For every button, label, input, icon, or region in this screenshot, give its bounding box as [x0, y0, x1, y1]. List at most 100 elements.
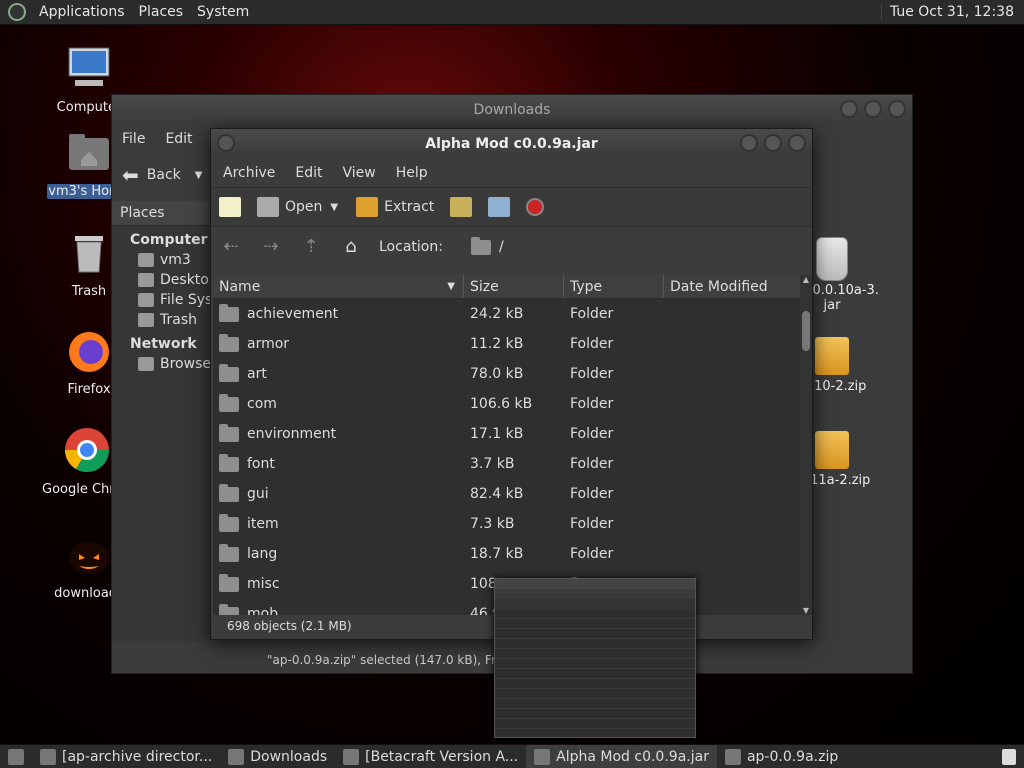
extract-button[interactable]: Extract	[348, 197, 442, 217]
location-bar: ⇠ ⇢ ⇡ ⌂ Location: /	[211, 227, 812, 267]
row-name: art	[247, 366, 267, 382]
chrome-icon	[40, 748, 56, 765]
file-list-rows: achievement 24.2 kB Folder armor 11.2 kB Fold…	[213, 299, 800, 615]
new-archive-button[interactable]	[211, 197, 249, 217]
scroll-thumb[interactable]	[802, 311, 810, 351]
sidebar-item-vm3[interactable]: vm3	[112, 250, 212, 270]
taskbar-item[interactable]: ap-0.0.9a.zip	[717, 745, 846, 768]
add-files-button[interactable]	[442, 197, 480, 217]
maximize-icon[interactable]	[764, 134, 782, 152]
close-icon[interactable]	[888, 100, 906, 118]
row-name: com	[247, 396, 277, 412]
vertical-scrollbar[interactable]: ▲ ▼	[800, 275, 812, 615]
sidebar-section-network: Network	[130, 336, 197, 352]
preview-row	[495, 729, 695, 737]
window-menu-icon[interactable]	[217, 134, 235, 152]
taskbar-item[interactable]: [ap-archive director...	[32, 745, 220, 768]
cell-name: misc	[213, 573, 464, 592]
archive-window[interactable]: Alpha Mod c0.0.9a.jar Archive Edit View …	[210, 128, 813, 640]
folder-icon	[219, 303, 239, 322]
preview-row	[495, 699, 695, 709]
chevron-down-icon[interactable]: ▼	[195, 170, 203, 181]
row-name: misc	[247, 576, 280, 592]
table-row[interactable]: achievement 24.2 kB Folder	[213, 299, 800, 329]
add-folder-icon	[488, 197, 511, 217]
column-header-size[interactable]: Size	[464, 275, 564, 298]
folder-icon	[219, 513, 239, 532]
menu-help[interactable]: Help	[386, 165, 438, 181]
downloads-titlebar[interactable]: Downloads	[112, 95, 912, 125]
column-header-date[interactable]: Date Modified	[664, 275, 800, 298]
add-folder-button[interactable]	[480, 197, 518, 217]
open-dropdown-chevron-icon[interactable]: ▼	[330, 202, 338, 213]
places-header[interactable]: Places	[112, 201, 212, 226]
distro-logo-icon[interactable]	[8, 3, 26, 21]
back-arrow-icon: ⬅	[122, 163, 139, 187]
archive-icon	[724, 748, 741, 765]
minimize-icon[interactable]	[740, 134, 758, 152]
window-title: Alpha Mod c0.0.9a.jar	[425, 136, 598, 152]
menu-archive[interactable]: Archive	[213, 165, 285, 181]
workspace-switcher[interactable]	[994, 745, 1024, 768]
preview-row	[495, 619, 695, 629]
table-row[interactable]: com 106.6 kB Folder	[213, 389, 800, 419]
table-row[interactable]: lang 18.7 kB Folder	[213, 539, 800, 569]
show-desktop-button[interactable]	[0, 745, 32, 768]
cell-size: 7.3 kB	[470, 516, 515, 532]
table-row[interactable]: gui 82.4 kB Folder	[213, 479, 800, 509]
maximize-icon[interactable]	[864, 100, 882, 118]
scroll-up-icon[interactable]: ▲	[800, 275, 812, 284]
table-row[interactable]: font 3.7 kB Folder	[213, 449, 800, 479]
close-icon[interactable]	[788, 134, 806, 152]
table-row[interactable]: environment 17.1 kB Folder	[213, 419, 800, 449]
menu-edit[interactable]: Edit	[285, 165, 332, 181]
taskbar-item-label: [ap-archive director...	[62, 748, 213, 765]
menu-applications[interactable]: Applications	[32, 4, 132, 20]
column-header-name[interactable]: Name ▼	[213, 275, 464, 298]
menu-file[interactable]: File	[112, 131, 155, 147]
taskbar-item[interactable]: [Betacraft Version A...	[335, 745, 526, 768]
open-button[interactable]: Open	[249, 197, 330, 217]
window-menu	[217, 134, 235, 152]
taskbar-item[interactable]: Alpha Mod c0.0.9a.jar	[526, 745, 717, 768]
menu-view[interactable]: View	[333, 165, 386, 181]
preview-row	[495, 679, 695, 689]
back-button[interactable]: ⬅ Back ▼	[112, 163, 202, 187]
menu-system[interactable]: System	[190, 4, 256, 20]
sidebar-item-trash[interactable]: Trash	[112, 310, 212, 330]
minimize-icon[interactable]	[840, 100, 858, 118]
add-files-icon	[450, 197, 473, 217]
location-input[interactable]: /	[470, 236, 504, 255]
taskbar-item[interactable]: Downloads	[220, 745, 335, 768]
window-preview-thumbnail	[494, 578, 696, 738]
preview-row	[495, 629, 695, 639]
menu-edit[interactable]: Edit	[155, 131, 202, 147]
forward-arrow-icon[interactable]: ⇢	[260, 236, 282, 258]
sort-descending-icon: ▼	[447, 281, 455, 292]
table-row[interactable]: item 7.3 kB Folder	[213, 509, 800, 539]
cell-name: achievement	[213, 303, 464, 322]
sidebar-item-browse-network[interactable]: Browse Network	[112, 354, 212, 374]
extract-label: Extract	[384, 199, 435, 215]
home-icon[interactable]: ⌂	[340, 236, 362, 258]
sidebar-item-desktop[interactable]: Desktop	[112, 270, 212, 290]
stop-button[interactable]	[518, 198, 552, 216]
row-name: environment	[247, 426, 337, 442]
home-icon	[138, 253, 154, 267]
up-arrow-icon[interactable]: ⇡	[300, 236, 322, 258]
archive-titlebar[interactable]: Alpha Mod c0.0.9a.jar	[211, 129, 812, 159]
trash-icon	[75, 236, 103, 273]
sidebar-item-filesystem[interactable]: File System	[112, 290, 212, 310]
row-name: item	[247, 516, 279, 532]
table-row[interactable]: art 78.0 kB Folder	[213, 359, 800, 389]
downloads-toolbar: ⬅ Back ▼	[112, 155, 202, 195]
column-header-type[interactable]: Type	[564, 275, 664, 298]
table-row[interactable]: armor 11.2 kB Folder	[213, 329, 800, 359]
preview-rows	[495, 609, 695, 737]
scroll-down-icon[interactable]: ▼	[800, 606, 812, 615]
cell-size: 3.7 kB	[470, 456, 515, 472]
menu-places[interactable]: Places	[132, 4, 191, 20]
clock[interactable]: Tue Oct 31, 12:38	[880, 4, 1024, 20]
back-arrow-icon[interactable]: ⇠	[220, 236, 242, 258]
archive-icon	[534, 748, 551, 765]
